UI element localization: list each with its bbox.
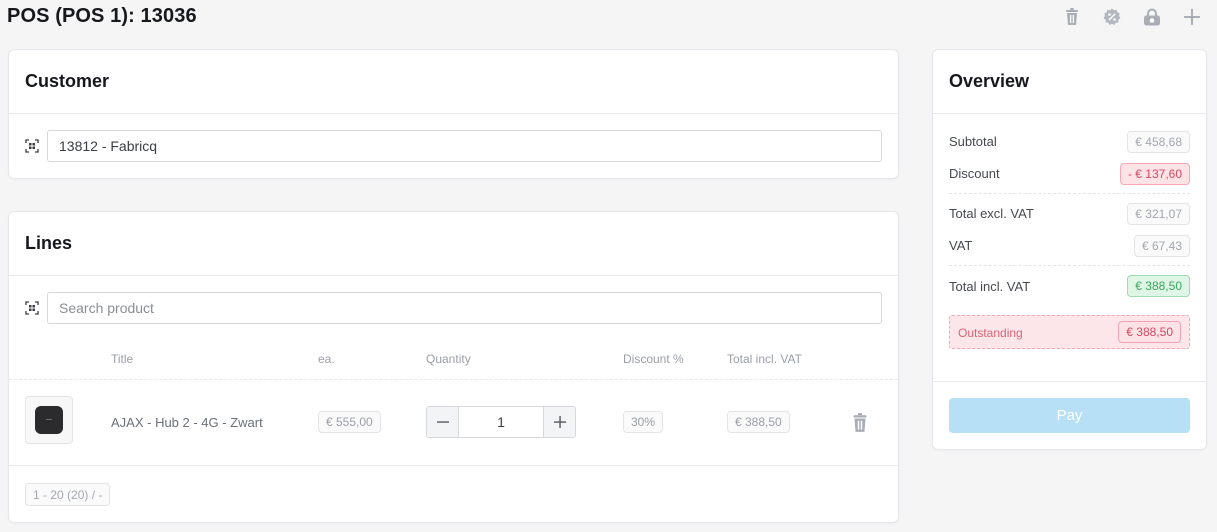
vat-value: € 67,43 — [1133, 235, 1190, 257]
column-discount: Discount % — [623, 352, 684, 366]
total-excl-value: € 321,07 — [1127, 203, 1190, 225]
overview-divider — [933, 381, 1206, 382]
lines-table-header: Title ea. Quantity Discount % Total incl… — [9, 352, 898, 380]
outstanding-label: Outstanding — [958, 326, 1023, 340]
discount-percent[interactable]: 30% — [623, 411, 664, 433]
discount-row: Discount - € 137,60 — [949, 163, 1190, 185]
customer-card: Customer — [8, 49, 899, 179]
minus-icon — [436, 421, 449, 423]
product-hub-image — [35, 406, 63, 434]
quantity-increase-button[interactable] — [543, 407, 575, 437]
plus-icon — [1184, 9, 1200, 25]
lines-card: Lines Title ea. Quantity Discount % Tota… — [8, 211, 899, 523]
customer-row — [25, 130, 882, 162]
customer-input[interactable] — [47, 130, 882, 162]
total-incl-row: Total incl. VAT € 388,50 — [949, 275, 1190, 297]
trash-icon — [853, 413, 867, 432]
column-each: ea. — [318, 352, 335, 366]
lines-heading: Lines — [9, 212, 898, 276]
product-search-row — [25, 292, 882, 324]
product-title: AJAX - Hub 2 - 4G - Zwart — [111, 415, 263, 430]
new-order-button[interactable] — [1181, 6, 1203, 28]
column-total: Total incl. VAT — [727, 352, 802, 366]
product-search-input[interactable] — [47, 292, 882, 324]
scan-icon — [25, 301, 39, 315]
vat-row: VAT € 67,43 — [949, 235, 1190, 257]
percent-badge-icon — [1103, 8, 1121, 25]
unit-price: € 555,00 — [318, 411, 381, 433]
pagination[interactable]: 1 - 20 (20) / - — [25, 483, 111, 506]
outstanding-value: € 388,50 — [1118, 321, 1181, 343]
subtotal-label: Subtotal — [949, 134, 997, 149]
customer-heading: Customer — [9, 50, 898, 114]
remove-line-button[interactable] — [851, 413, 871, 433]
quantity-decrease-button[interactable] — [427, 407, 459, 437]
overview-card: Overview Subtotal € 458,68 Discount - € … — [932, 49, 1207, 450]
discount-button[interactable] — [1101, 6, 1123, 28]
table-row: AJAX - Hub 2 - 4G - Zwart € 555,00 1 30%… — [9, 380, 898, 466]
total-excl-row: Total excl. VAT € 321,07 — [949, 203, 1190, 225]
overview-separator — [949, 193, 1190, 194]
column-title: Title — [111, 352, 134, 366]
total-excl-label: Total excl. VAT — [949, 206, 1034, 221]
scan-icon — [25, 139, 39, 153]
lock-button[interactable] — [1141, 6, 1163, 28]
trash-icon — [1066, 8, 1078, 25]
delete-order-button[interactable] — [1061, 6, 1083, 28]
pay-button[interactable]: Pay — [949, 398, 1190, 433]
quantity-stepper: 1 — [426, 406, 576, 438]
line-total: € 388,50 — [727, 411, 790, 433]
overview-separator — [949, 265, 1190, 266]
total-incl-label: Total incl. VAT — [949, 279, 1031, 294]
total-incl-value: € 388,50 — [1127, 275, 1190, 297]
column-quantity: Quantity — [426, 352, 471, 366]
product-image — [25, 396, 73, 444]
lock-icon — [1144, 8, 1160, 26]
overview-heading: Overview — [933, 50, 1206, 114]
quantity-value[interactable]: 1 — [459, 407, 543, 437]
top-actions — [1061, 6, 1203, 28]
subtotal-value: € 458,68 — [1127, 131, 1190, 153]
outstanding-box: Outstanding € 388,50 — [949, 315, 1190, 349]
vat-label: VAT — [949, 238, 973, 253]
subtotal-row: Subtotal € 458,68 — [949, 131, 1190, 153]
discount-value: - € 137,60 — [1119, 163, 1190, 185]
discount-label: Discount — [949, 166, 1000, 181]
plus-icon — [553, 416, 566, 428]
page-title: POS (POS 1): 13036 — [7, 5, 197, 27]
